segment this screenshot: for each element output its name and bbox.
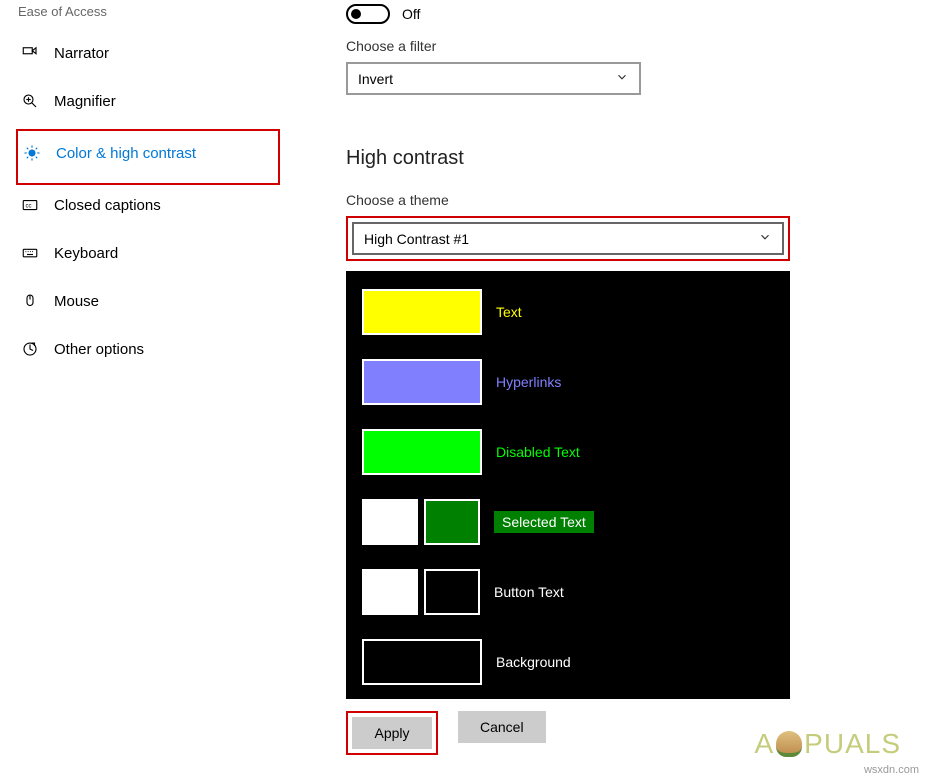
closed-captions-icon: cc	[20, 195, 40, 215]
apply-button[interactable]: Apply	[352, 717, 432, 749]
cancel-button[interactable]: Cancel	[458, 711, 546, 743]
sidebar-item-label: Other options	[54, 341, 144, 358]
filter-label: Choose a filter	[346, 38, 891, 54]
filter-select[interactable]: Invert	[346, 62, 641, 95]
narrator-icon	[20, 43, 40, 63]
svg-text:cc: cc	[26, 203, 32, 209]
button-text-bg-swatch[interactable]	[424, 569, 480, 615]
selected-text-preview-label: Selected Text	[494, 511, 594, 533]
keyboard-icon	[20, 243, 40, 263]
disabled-text-color-swatch[interactable]	[362, 429, 482, 475]
background-preview-label: Background	[496, 654, 571, 670]
hyperlinks-preview-label: Hyperlinks	[496, 374, 561, 390]
selected-text-fg-swatch[interactable]	[362, 499, 418, 545]
color-filter-toggle[interactable]	[346, 4, 390, 24]
chevron-down-icon	[615, 70, 629, 87]
sidebar-item-label: Narrator	[54, 45, 109, 62]
theme-select[interactable]: High Contrast #1	[352, 222, 784, 255]
theme-select-value: High Contrast #1	[364, 231, 469, 247]
button-text-preview-label: Button Text	[494, 584, 564, 600]
selected-text-bg-swatch[interactable]	[424, 499, 480, 545]
sidebar-item-color-high-contrast[interactable]: Color & high contrast	[18, 133, 278, 173]
theme-label: Choose a theme	[346, 192, 891, 208]
text-preview-label: Text	[496, 304, 522, 320]
chevron-down-icon	[758, 230, 772, 247]
main-panel: Off Choose a filter Invert High contrast…	[280, 0, 931, 755]
sidebar-header: Ease of Access	[16, 4, 280, 19]
sidebar-item-label: Mouse	[54, 293, 99, 310]
sidebar-item-magnifier[interactable]: Magnifier	[16, 81, 280, 121]
sidebar-item-label: Keyboard	[54, 245, 118, 262]
sidebar-item-label: Color & high contrast	[56, 145, 196, 162]
filter-select-value: Invert	[358, 71, 393, 87]
toggle-state-label: Off	[402, 6, 420, 22]
sidebar-item-narrator[interactable]: Narrator	[16, 33, 280, 73]
background-color-swatch[interactable]	[362, 639, 482, 685]
sidebar-item-keyboard[interactable]: Keyboard	[16, 233, 280, 273]
watermark: wsxdn.com	[864, 764, 919, 776]
hyperlinks-color-swatch[interactable]	[362, 359, 482, 405]
sidebar-item-closed-captions[interactable]: cc Closed captions	[16, 185, 280, 225]
sidebar-item-mouse[interactable]: Mouse	[16, 281, 280, 321]
high-contrast-heading: High contrast	[346, 147, 891, 170]
other-options-icon	[20, 339, 40, 359]
disabled-text-preview-label: Disabled Text	[496, 444, 580, 460]
text-color-swatch[interactable]	[362, 289, 482, 335]
theme-preview: Text Hyperlinks Disabled Text Selected T…	[346, 271, 790, 699]
brightness-icon	[22, 143, 42, 163]
magnifier-icon	[20, 91, 40, 111]
appuals-logo: APUALS	[754, 728, 901, 760]
sidebar-item-other-options[interactable]: Other options	[16, 329, 280, 369]
sidebar: Ease of Access Narrator Magnifier Color …	[0, 0, 280, 755]
sidebar-item-label: Closed captions	[54, 197, 161, 214]
sidebar-item-label: Magnifier	[54, 93, 116, 110]
mouse-icon	[20, 291, 40, 311]
button-text-fg-swatch[interactable]	[362, 569, 418, 615]
